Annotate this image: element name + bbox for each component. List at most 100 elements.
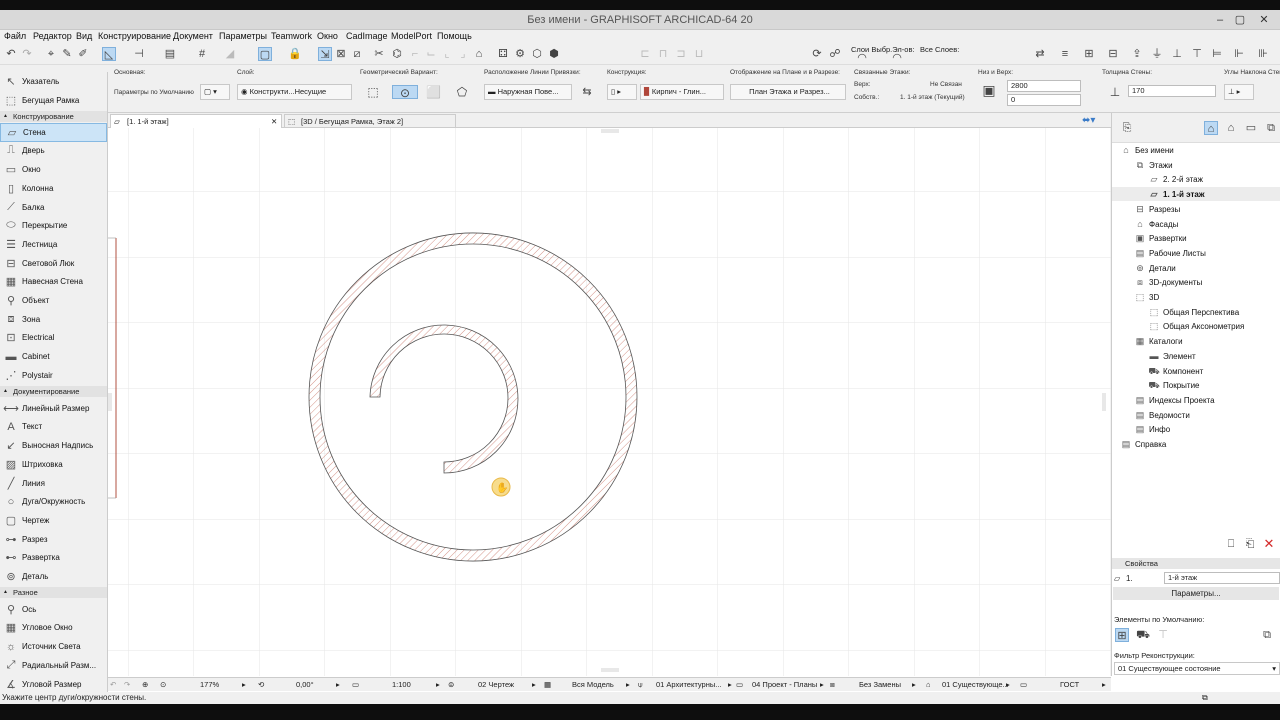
nav-item-axonometry[interactable]: ⬚ Общая Аксонометрия xyxy=(1112,319,1280,333)
tool-angle-dimension[interactable]: ∡ Угловой Размер xyxy=(0,675,107,694)
tool-door[interactable]: ⎍ Дверь xyxy=(0,142,107,161)
minimize-button[interactable]: – xyxy=(1212,13,1228,27)
favorites-dropdown[interactable]: ▢ ▾ xyxy=(200,84,230,100)
dimension-value[interactable]: 04 Проект - Планы xyxy=(752,678,824,692)
tool-column[interactable]: ▯ Колонна xyxy=(0,179,107,198)
nav-item-details[interactable]: ⊚ Детали xyxy=(1112,261,1280,275)
nav-item-schedules[interactable]: ▦ Каталоги xyxy=(1112,334,1280,348)
nav-item-sections[interactable]: ⊟ Разрезы xyxy=(1112,202,1280,216)
renovation-value[interactable]: 01 Существующе... xyxy=(942,678,1010,692)
slant-dropdown[interactable]: ⊥ ▸ xyxy=(1224,84,1254,100)
split-icon[interactable]: ⌬ xyxy=(390,47,404,61)
section-documentation-header[interactable]: Документирование xyxy=(0,386,107,397)
layout-book-icon[interactable]: ▭ xyxy=(1244,121,1258,135)
standard-value[interactable]: ГОСТ xyxy=(1060,678,1079,692)
nav-item-element[interactable]: ▬ Элемент xyxy=(1112,349,1280,363)
tool-beam[interactable]: ⟋ Балка xyxy=(0,198,107,217)
nav-item-3d[interactable]: ⬚ 3D xyxy=(1112,290,1280,304)
tool-wall[interactable]: ▱ Стена xyxy=(0,123,107,142)
roof-tb-icon[interactable]: ⊨ xyxy=(1210,47,1224,61)
publisher-icon[interactable]: ⧉ xyxy=(1264,121,1278,135)
align-right-icon[interactable]: ⊐ xyxy=(674,47,688,61)
project-map-icon[interactable]: ⌂ xyxy=(1204,121,1218,135)
redo-zoom-icon[interactable]: ↷ xyxy=(124,678,130,692)
angle-value[interactable]: 0,00° xyxy=(296,678,314,692)
intersect-icon[interactable]: ⧄ xyxy=(350,47,364,61)
3d-view-icon[interactable]: ⟳ xyxy=(810,47,824,61)
scroll-handle-left[interactable] xyxy=(108,393,112,411)
menu-design[interactable]: Конструирование xyxy=(98,30,171,43)
teamwork-icon[interactable]: ☍ xyxy=(828,47,842,61)
tool-curtain-wall[interactable]: ▦ Навесная Стена xyxy=(0,273,107,292)
override-icon[interactable]: ⧈ xyxy=(830,678,835,692)
layer-combo-value[interactable]: 02 Чертеж xyxy=(478,678,514,692)
delete-icon[interactable]: ✕ xyxy=(1262,537,1276,551)
scissors-icon[interactable]: ✂ xyxy=(372,47,386,61)
home-story-value[interactable]: 1. 1-й этаж (Текущий) xyxy=(900,94,965,101)
override-value[interactable]: Без Замены xyxy=(859,678,901,692)
defaults-element-icon[interactable]: ⊤ xyxy=(1156,628,1170,642)
nav-item-project[interactable]: ⌂ Без имени xyxy=(1112,143,1280,157)
beam-tb-icon[interactable]: ⊩ xyxy=(1232,47,1246,61)
tool-grid-axis[interactable]: ⚲ Ось xyxy=(0,600,107,619)
redo-icon[interactable]: ↷ xyxy=(20,47,34,61)
align-left-icon[interactable]: ⊏ xyxy=(638,47,652,61)
scale-arrow-icon[interactable]: ▸ xyxy=(436,678,440,692)
tab-floor-plan[interactable]: ▱ [1. 1-й этаж] ✕ xyxy=(110,114,282,128)
align-top-icon[interactable]: ⊔ xyxy=(692,47,706,61)
zoom-value[interactable]: 177% xyxy=(200,678,219,692)
nav-item-interior-elevations[interactable]: ▣ Развертки xyxy=(1112,231,1280,245)
organizer-icon[interactable]: ⊟ xyxy=(1106,47,1120,61)
menu-cadimage[interactable]: CadImage xyxy=(346,30,388,43)
stair-tb-icon[interactable]: ⊤ xyxy=(1190,47,1204,61)
menu-window[interactable]: Окно xyxy=(317,30,338,43)
building-material-dropdown[interactable]: ▉ Кирпич - Глин... xyxy=(640,84,724,100)
adjust-icon[interactable]: ⌐ xyxy=(408,47,422,61)
menu-options[interactable]: Параметры xyxy=(219,30,267,43)
menu-view[interactable]: Вид xyxy=(76,30,92,43)
tool-window[interactable]: ▭ Окно xyxy=(0,160,107,179)
magic-wand-icon[interactable]: ⇲ xyxy=(318,47,332,61)
standard-arrow-icon[interactable]: ▸ xyxy=(1102,678,1106,692)
menu-teamwork[interactable]: Teamwork xyxy=(271,30,312,43)
nav-item-surface[interactable]: ⛟ Покрытие xyxy=(1112,378,1280,392)
tool-skylight[interactable]: ⊟ Световой Люк xyxy=(0,254,107,273)
tool-object[interactable]: ⚲ Объект xyxy=(0,291,107,310)
nav-item-component[interactable]: ⛟ Компонент xyxy=(1112,364,1280,378)
floor-plan-canvas[interactable]: ✋ xyxy=(108,128,1111,676)
pen-set-arrow-icon[interactable]: ▸ xyxy=(728,678,732,692)
rotate-icon[interactable]: ⟲ xyxy=(258,678,264,692)
tool-dimension[interactable]: ⟷ Линейный Размер xyxy=(0,399,107,418)
close-window-button[interactable]: ✕ xyxy=(1256,13,1272,27)
pen-set-icon[interactable]: ⍦ xyxy=(638,678,643,692)
top-link-value[interactable]: Не Связан xyxy=(930,81,962,88)
main-value[interactable]: Параметры по Умолчанию xyxy=(114,89,194,96)
nav-item-story[interactable]: ▱ 1. 1-й этаж xyxy=(1112,187,1280,202)
syringe-icon[interactable]: ✐ xyxy=(76,47,90,61)
new-view-icon[interactable]: ⎕ xyxy=(1224,537,1238,551)
scroll-handle-right[interactable] xyxy=(1102,393,1106,411)
layer-combo-status-icon[interactable]: ⊜ xyxy=(448,678,454,692)
height-input[interactable]: 2800 xyxy=(1007,80,1081,92)
guide-lines-icon[interactable]: ◺ xyxy=(102,47,116,61)
model-view-icon[interactable]: ▦ xyxy=(544,678,551,692)
layers-icon[interactable]: ⊞ xyxy=(1082,47,1096,61)
nav-item-info[interactable]: ▤ Инфо xyxy=(1112,422,1280,436)
scroll-handle-top[interactable] xyxy=(601,129,619,133)
snap-guides-icon[interactable]: ⊣ xyxy=(132,47,146,61)
menu-modelport[interactable]: ModelPort xyxy=(391,30,432,43)
undo-icon[interactable]: ↶ xyxy=(4,47,18,61)
menu-document[interactable]: Документ xyxy=(173,30,213,43)
new-folder-icon[interactable]: ⎗ xyxy=(1243,537,1257,551)
menu-edit[interactable]: Редактор xyxy=(33,30,72,43)
scale-value[interactable]: 1:100 xyxy=(392,678,411,692)
zoom-arrow-icon[interactable]: ▸ xyxy=(242,678,246,692)
nav-item-project-indexes[interactable]: ▤ Индексы Проекта xyxy=(1112,393,1280,407)
house-icon[interactable]: ⌂ xyxy=(472,47,486,61)
settings-icon[interactable]: ⚙ xyxy=(513,47,527,61)
nav-item-elevations[interactable]: ⌂ Фасады xyxy=(1112,217,1280,231)
tool-arc[interactable]: ○ Дуга/Окружность xyxy=(0,493,107,512)
offset-input[interactable]: 0 xyxy=(1007,94,1081,106)
defaults-grid-icon[interactable]: ⊞ xyxy=(1115,628,1129,642)
distribute-icon[interactable]: ⬢ xyxy=(547,47,561,61)
